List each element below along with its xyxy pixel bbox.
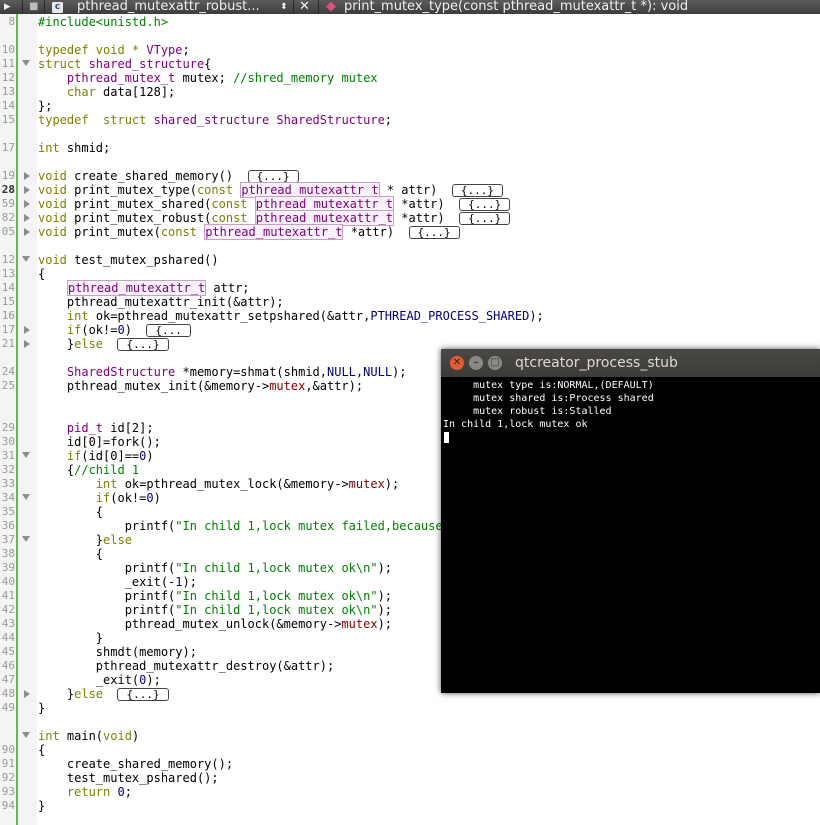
code-line: 05 void print_mutex(const pthread_mutexat… <box>0 224 820 240</box>
fold-toggle-icon[interactable] <box>22 256 30 262</box>
nav-arrow-icon[interactable]: ▸ <box>4 0 11 14</box>
code-line: 8 #include<unistd.h> <box>8 15 169 29</box>
code-line: 49} <box>1 701 46 715</box>
terminal-line: mutex shared is:Process shared <box>443 393 654 404</box>
code-line: 28 void print_mutex_type(const pthread_mu… <box>0 182 820 198</box>
folded-block[interactable]: {...} <box>117 338 169 351</box>
code-line: 92 test_mutex_pshared(); <box>1 771 219 785</box>
folded-block[interactable]: {...} <box>408 226 460 239</box>
code-line: 16 int ok=pthread_mutexattr_setpshared(&… <box>1 309 544 323</box>
code-line: 13 char data[128]; <box>1 85 176 99</box>
file-tab-label[interactable]: pthread_mutexattr_robust... <box>77 0 273 14</box>
fold-expand-icon[interactable] <box>24 340 30 348</box>
code-line: 59 void print_mutex_shared(const pthread_… <box>0 196 820 212</box>
terminal-titlebar[interactable]: ✕ – □ qtcreator_process_stub <box>441 349 820 377</box>
fold-toggle-icon[interactable] <box>22 60 30 66</box>
terminal-line: mutex robust is:Stalled <box>443 406 612 417</box>
code-line: 91 create_shared_memory(); <box>1 757 234 771</box>
lock-icon[interactable]: ■ <box>29 0 38 14</box>
folded-block[interactable]: {...} <box>451 184 503 197</box>
terminal-output[interactable]: mutex type is:NORMAL,(DEFAULT) mutex sha… <box>441 377 820 693</box>
code-line: int main(void) <box>0 729 820 743</box>
symbol-selector[interactable]: print_mutex_type(const pthread_mutexattr… <box>344 0 688 14</box>
fold-expand-icon[interactable] <box>24 326 30 334</box>
close-icon[interactable]: ✕ <box>299 0 310 14</box>
maximize-window-icon[interactable]: □ <box>488 356 502 370</box>
folded-block[interactable]: {...} <box>117 688 169 701</box>
c-file-icon: c <box>52 0 63 14</box>
file-dropdown-icon[interactable]: ⬍ <box>280 0 288 14</box>
minimize-window-icon[interactable]: – <box>469 356 483 370</box>
fold-expand-icon[interactable] <box>24 214 30 222</box>
terminal-cursor <box>444 432 449 443</box>
code-line: 12 void test_mutex_pshared() <box>1 253 219 267</box>
fold-toggle-icon[interactable] <box>22 452 30 458</box>
code-line: 14 pthread_mutexattr_t attr; <box>1 280 250 296</box>
fold-expand-icon[interactable] <box>24 200 30 208</box>
code-line: 94} <box>1 799 46 813</box>
folded-block[interactable]: {... <box>146 324 191 337</box>
fold-expand-icon[interactable] <box>24 228 30 236</box>
code-line: 11 struct shared_structure{ <box>1 57 212 71</box>
symbol-icon: ◆ <box>326 0 336 14</box>
editor-toolbar: ▸ ■ c pthread_mutexattr_robust... ⬍ ✕ ◆ … <box>0 0 820 14</box>
close-window-icon[interactable]: ✕ <box>450 356 464 370</box>
code-line: 10 typedef void * VType; <box>1 43 190 57</box>
fold-toggle-icon[interactable] <box>22 494 30 500</box>
folded-block[interactable]: {...} <box>459 198 511 211</box>
terminal-line: mutex type is:NORMAL,(DEFAULT) <box>443 380 654 391</box>
code-line: 90{ <box>1 743 46 757</box>
code-line: 12 pthread_mutex_t mutex; //shred_memory… <box>1 71 378 85</box>
code-line: 15 pthread_mutexattr_init(&attr); <box>1 295 284 309</box>
folded-block[interactable]: {...} <box>459 212 511 225</box>
terminal-title: qtcreator_process_stub <box>515 355 678 371</box>
code-line: 13{ <box>1 267 46 281</box>
code-line: 15 typedef struct shared_structure Shared… <box>1 113 393 127</box>
fold-toggle-icon[interactable] <box>22 536 30 542</box>
code-line: 19 void create_shared_memory() {...} <box>0 169 820 183</box>
code-line: 14}; <box>1 99 53 113</box>
code-line: 82 void print_mutex_robust(const pthread_… <box>0 210 820 226</box>
code-line: 17 int shmid; <box>1 141 111 155</box>
code-line: 17 if(ok!=0) {... <box>0 323 820 337</box>
terminal-line: In child 1,lock mutex ok <box>443 419 588 430</box>
fold-expand-icon[interactable] <box>24 172 30 180</box>
code-line: 93 return 0; <box>1 785 132 799</box>
fold-expand-icon[interactable] <box>24 186 30 194</box>
fold-toggle-icon[interactable] <box>22 732 30 738</box>
terminal-window[interactable]: ✕ – □ qtcreator_process_stub mutex type … <box>441 349 820 693</box>
fold-expand-icon[interactable] <box>24 690 30 698</box>
